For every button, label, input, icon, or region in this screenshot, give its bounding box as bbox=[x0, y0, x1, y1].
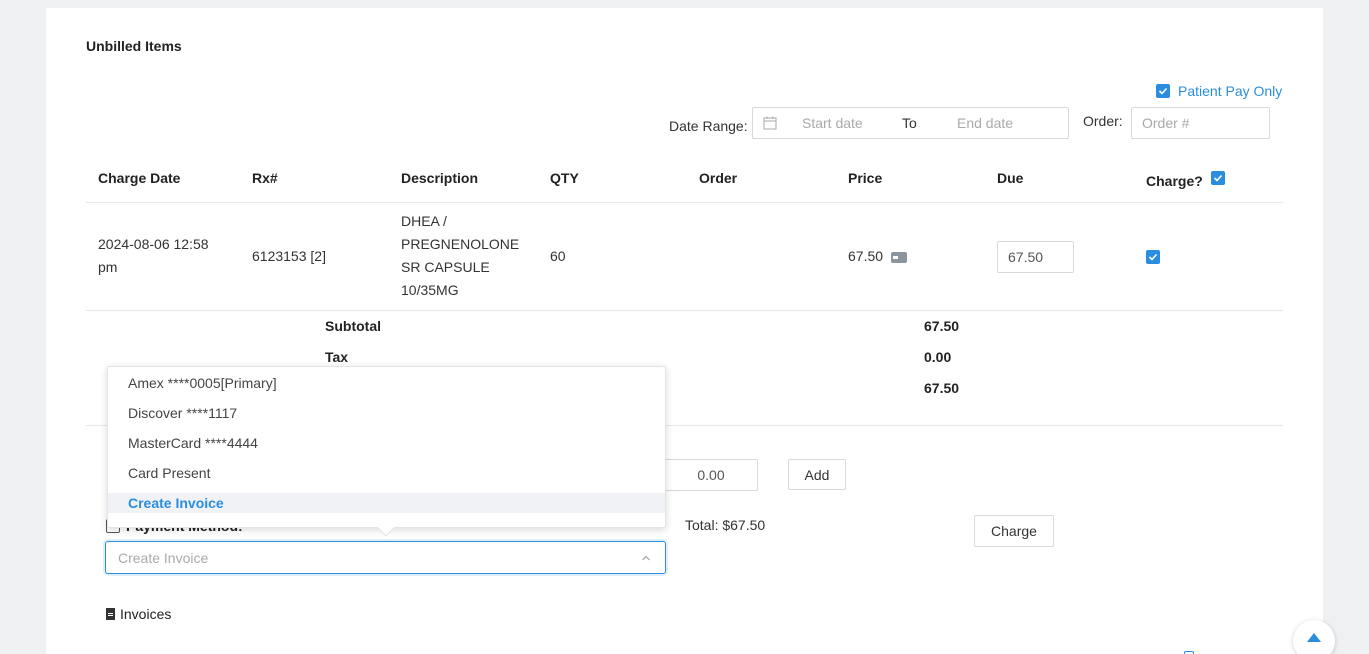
file-icon bbox=[106, 608, 115, 620]
cell-qty: 60 bbox=[550, 248, 566, 264]
col-qty: QTY bbox=[550, 170, 579, 186]
cell-description: DHEA / PREGNENOLONE SR CAPSULE 10/35MG bbox=[401, 213, 520, 298]
due-input[interactable]: 67.50 bbox=[997, 241, 1074, 273]
checkbox-checked-icon bbox=[1156, 84, 1170, 98]
subtotal-value: 67.50 bbox=[924, 318, 960, 334]
arrow-up-icon bbox=[1307, 633, 1321, 642]
col-order: Order bbox=[699, 170, 738, 186]
col-price: Price bbox=[848, 170, 883, 186]
order-input[interactable]: Order # bbox=[1131, 107, 1270, 139]
order-label: Order: bbox=[1083, 113, 1123, 129]
charge-row-checkbox[interactable] bbox=[1146, 250, 1160, 264]
dropdown-option-amex[interactable]: Amex ****0005[Primary] bbox=[108, 368, 665, 398]
chevron-up-icon bbox=[642, 555, 650, 561]
add-button[interactable]: Add bbox=[788, 459, 846, 490]
col-charge-date: Charge Date bbox=[98, 170, 181, 186]
tax-value: 0.00 bbox=[924, 349, 952, 365]
tax-label: Tax bbox=[325, 349, 349, 365]
col-rx: Rx# bbox=[252, 170, 278, 186]
unbilled-items-card: Unbilled Items Patient Pay Only Date Ran… bbox=[46, 8, 1323, 654]
cell-charge-date: 2024-08-06 12:58 pm bbox=[98, 236, 209, 275]
page-title: Unbilled Items bbox=[86, 38, 182, 54]
subtotal-label: Subtotal bbox=[325, 318, 381, 334]
credit-card-icon bbox=[891, 251, 908, 263]
table-row: 2024-08-06 12:58 pm 6123153 [2] DHEA / P… bbox=[86, 203, 1283, 311]
cell-price: 67.50 bbox=[848, 248, 908, 264]
dropdown-option-create-invoice[interactable]: Create Invoice bbox=[108, 493, 665, 513]
calendar-icon bbox=[763, 116, 777, 130]
dropdown-option-mastercard[interactable]: MasterCard ****4444 bbox=[108, 428, 665, 458]
payment-total: Total: $67.50 bbox=[685, 517, 766, 533]
end-date-input[interactable]: End date bbox=[957, 115, 1013, 131]
payment-method-select-value: Create Invoice bbox=[118, 549, 209, 566]
invoices-label: Invoices bbox=[120, 606, 172, 622]
price-value: 67.50 bbox=[848, 248, 884, 264]
cell-rx: 6123153 [2] bbox=[252, 248, 326, 264]
payment-amount-input[interactable]: 0.00 bbox=[664, 459, 758, 491]
patient-pay-only-label: Patient Pay Only bbox=[1178, 83, 1283, 99]
dropdown-option-discover[interactable]: Discover ****1117 bbox=[108, 398, 665, 428]
scroll-to-top-button[interactable] bbox=[1293, 620, 1335, 654]
start-date-input[interactable]: Start date bbox=[802, 115, 892, 131]
patient-pay-only-checkbox[interactable]: Patient Pay Only bbox=[1156, 83, 1282, 99]
date-range-picker[interactable]: Start date To End date bbox=[752, 107, 1069, 139]
payment-method-dropdown: Amex ****0005[Primary] Discover ****1117… bbox=[107, 366, 666, 537]
to-label: To bbox=[902, 115, 917, 131]
col-charge: Charge? bbox=[1146, 173, 1203, 189]
col-description: Description bbox=[401, 170, 479, 186]
invoices-section-title: Invoices bbox=[106, 606, 171, 622]
payment-method-select[interactable]: Create Invoice bbox=[105, 541, 666, 574]
select-all-charge-checkbox[interactable] bbox=[1211, 171, 1225, 185]
dropdown-option-card-present[interactable]: Card Present bbox=[108, 458, 665, 488]
table-header: Charge Date Rx# Description QTY Order Pr… bbox=[86, 163, 1283, 203]
charge-button[interactable]: Charge bbox=[974, 515, 1054, 547]
total-value: 67.50 bbox=[924, 380, 960, 396]
date-range-label: Date Range: bbox=[669, 118, 748, 134]
col-due: Due bbox=[997, 170, 1024, 186]
